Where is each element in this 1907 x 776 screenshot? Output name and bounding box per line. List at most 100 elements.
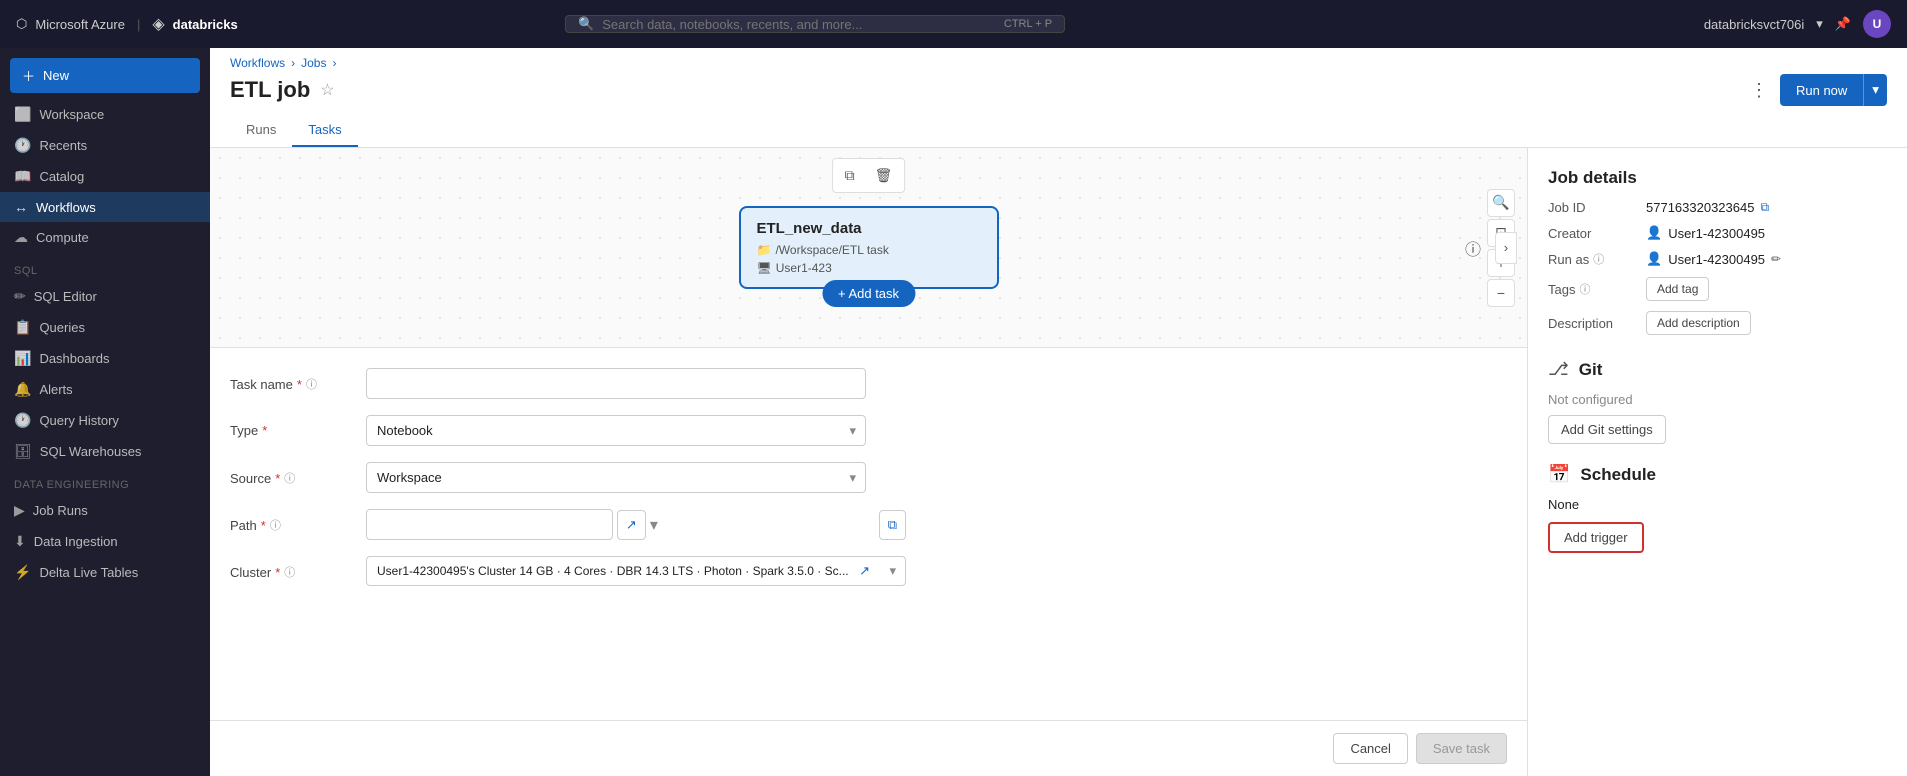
sidebar-label-sql-editor: SQL Editor (34, 289, 97, 304)
add-tag-button[interactable]: Add tag (1646, 277, 1709, 301)
creator-label: Creator (1548, 226, 1638, 241)
cluster-chevron[interactable]: ▾ (889, 563, 896, 579)
path-label: Path * ⓘ (230, 509, 350, 533)
tab-runs[interactable]: Runs (230, 114, 292, 147)
breadcrumb-sep2: › (332, 56, 336, 70)
sidebar-item-recents[interactable]: 🕐 Recents (0, 130, 210, 161)
new-button-label: New (43, 68, 69, 83)
git-title: Git (1579, 360, 1603, 380)
warehouses-icon: 🗄 (14, 443, 32, 460)
right-panel: Job details Job ID 577163320323645 ⧉ Cre… (1527, 148, 1907, 776)
delete-task-button[interactable]: 🗑 (867, 163, 901, 188)
source-info-icon[interactable]: ⓘ (284, 470, 295, 486)
star-icon[interactable]: ☆ (320, 80, 334, 100)
page-title-row: ETL job ☆ ⋮ Run now ▾ (230, 74, 1887, 106)
data-eng-section-label: Data Engineering (0, 467, 210, 495)
path-copy-button[interactable]: ⧉ (879, 510, 906, 540)
type-required-star: * (262, 423, 267, 438)
task-node[interactable]: ETL_new_data 📁 /Workspace/ETL task 🖥 Use… (739, 206, 999, 289)
required-star: * (297, 377, 302, 392)
path-chevron[interactable]: ▾ (650, 517, 658, 534)
run-as-edit-icon[interactable]: ✏ (1771, 252, 1781, 266)
run-now-dropdown-button[interactable]: ▾ (1863, 74, 1887, 106)
zoom-search-button[interactable]: 🔍 (1487, 189, 1515, 217)
chevron-down-icon: ▾ (1816, 16, 1823, 32)
run-as-info-icon[interactable]: ⓘ (1593, 251, 1604, 267)
sidebar-item-alerts[interactable]: 🔔 Alerts (0, 374, 210, 405)
schedule-header-row: 📅 Schedule (1548, 464, 1887, 485)
type-select[interactable]: Notebook (366, 415, 866, 446)
git-icon: ⎇ (1548, 359, 1569, 380)
page-title: ETL job (230, 77, 310, 103)
save-task-button[interactable]: Save task (1416, 733, 1507, 764)
sidebar-item-sql-editor[interactable]: ✏ SQL Editor (0, 281, 210, 312)
sidebar-item-queries[interactable]: 📋 Queries (0, 312, 210, 343)
task-name-input[interactable]: ETL_new_data (366, 368, 866, 399)
content-body: ⧉ 🗑 ETL_new_data 📁 /Workspace/ETL task (210, 148, 1907, 776)
path-info-icon[interactable]: ⓘ (270, 517, 281, 533)
sidebar: ＋ New ⬜ Workspace 🕐 Recents 📖 Catalog ↔ … (0, 48, 210, 776)
sidebar-item-workflows[interactable]: ↔ Workflows (0, 192, 210, 222)
search-input[interactable] (602, 17, 996, 32)
sidebar-label-delta-live: Delta Live Tables (39, 565, 138, 580)
compute-icon: ☁ (14, 229, 28, 246)
copy-task-button[interactable]: ⧉ (837, 163, 863, 188)
search-shortcut: CTRL + P (1004, 18, 1052, 30)
cancel-button[interactable]: Cancel (1333, 733, 1407, 764)
topbar: ⬡ Microsoft Azure | ◈ databricks 🔍 CTRL … (0, 0, 1907, 48)
schedule-none: None (1548, 497, 1887, 512)
avatar[interactable]: U (1863, 10, 1891, 38)
sidebar-item-workspace[interactable]: ⬜ Workspace (0, 99, 210, 130)
sidebar-label-recents: Recents (39, 138, 87, 153)
tab-tasks[interactable]: Tasks (292, 114, 357, 147)
cluster-info-icon[interactable]: ⓘ (284, 564, 295, 580)
description-label: Description (1548, 316, 1638, 331)
sidebar-item-delta-live[interactable]: ⚡ Delta Live Tables (0, 557, 210, 588)
catalog-icon: 📖 (14, 168, 31, 185)
task-name-info-icon[interactable]: ⓘ (306, 376, 317, 392)
new-button[interactable]: ＋ New (10, 58, 200, 93)
user-label[interactable]: databricksvct706i (1704, 17, 1804, 32)
sidebar-item-job-runs[interactable]: ▶ Job Runs (0, 495, 210, 526)
cluster-select[interactable]: User1-42300495's Cluster 14 GB · 4 Cores… (366, 556, 906, 586)
job-details-title: Job details (1548, 168, 1887, 188)
breadcrumb-sep1: › (291, 56, 295, 70)
form-actions: Cancel Save task (210, 720, 1527, 776)
sidebar-item-catalog[interactable]: 📖 Catalog (0, 161, 210, 192)
job-id-row: Job ID 577163320323645 ⧉ (1548, 200, 1887, 215)
header-tabs: Runs Tasks (230, 114, 1887, 147)
add-task-button[interactable]: + Add task (822, 280, 915, 307)
search-bar[interactable]: 🔍 CTRL + P (565, 15, 1065, 33)
add-trigger-button[interactable]: Add trigger (1548, 522, 1644, 553)
add-description-button[interactable]: Add description (1646, 311, 1751, 335)
breadcrumb-jobs[interactable]: Jobs (301, 56, 326, 70)
add-git-settings-button[interactable]: Add Git settings (1548, 415, 1666, 444)
collapse-panel-button[interactable]: › (1495, 232, 1517, 264)
cluster-external-link-button[interactable]: ↗ (859, 563, 870, 579)
run-now-button[interactable]: Run now (1780, 74, 1863, 106)
creator-row: Creator 👤 User1-42300495 (1548, 225, 1887, 241)
sidebar-item-sql-warehouses[interactable]: 🗄 SQL Warehouses (0, 436, 210, 467)
zoom-minus-button[interactable]: − (1487, 279, 1515, 307)
schedule-section: 📅 Schedule None Add trigger (1548, 464, 1887, 553)
calendar-icon: 📅 (1548, 464, 1570, 485)
sidebar-label-dashboards: Dashboards (39, 351, 109, 366)
sidebar-item-compute[interactable]: ☁ Compute (0, 222, 210, 253)
sidebar-item-query-history[interactable]: 🕐 Query History (0, 405, 210, 436)
breadcrumb-workflows[interactable]: Workflows (230, 56, 285, 70)
databricks-logo: ◈ (152, 14, 164, 34)
canvas-info-button[interactable]: ⓘ (1465, 236, 1481, 260)
sidebar-item-dashboards[interactable]: 📊 Dashboards (0, 343, 210, 374)
cluster-required-star: * (275, 565, 280, 580)
sidebar-item-data-ingestion[interactable]: ⬇ Data Ingestion (0, 526, 210, 557)
path-input[interactable]: /Workspace/ETL task (366, 509, 613, 540)
source-select[interactable]: Workspace (366, 462, 866, 493)
more-options-button[interactable]: ⋮ (1742, 76, 1776, 105)
source-select-wrapper: Workspace ▾ (366, 462, 866, 493)
azure-label: Microsoft Azure (35, 17, 125, 32)
tags-info-icon[interactable]: ⓘ (1579, 281, 1590, 297)
type-label: Type * (230, 415, 350, 438)
tags-value: Add tag (1646, 277, 1709, 301)
job-id-copy-icon[interactable]: ⧉ (1760, 200, 1769, 215)
path-external-link-button[interactable]: ↗ (617, 510, 646, 540)
